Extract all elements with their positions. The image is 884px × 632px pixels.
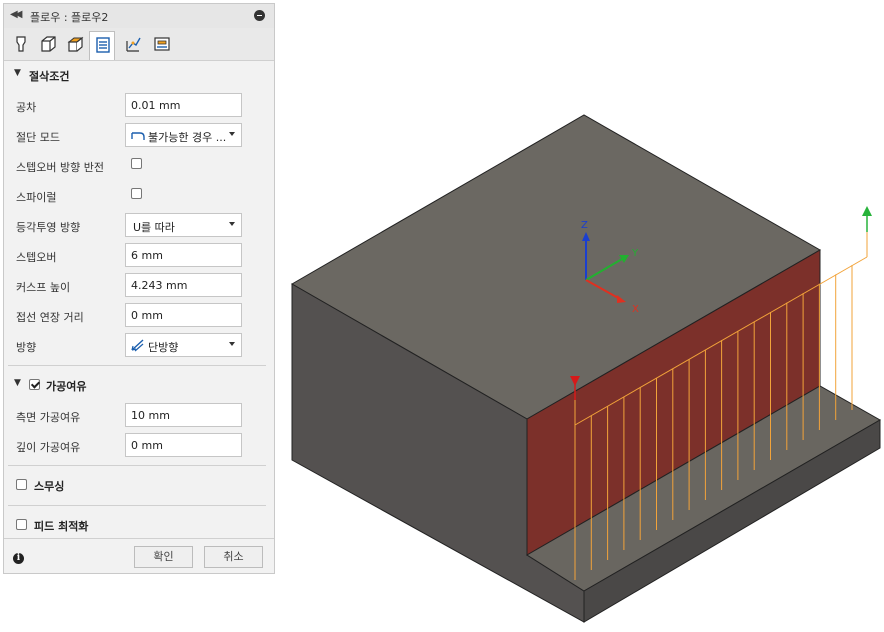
iso-direction-value: U를 따라 — [133, 221, 175, 234]
reverse-stepover-checkbox[interactable] — [131, 158, 142, 169]
section-smoothing-header[interactable]: 스무싱 — [4, 475, 274, 495]
spiral-checkbox[interactable] — [131, 188, 142, 199]
collapse-panel-icon[interactable]: ◀◀ — [10, 9, 23, 20]
linking-icon — [126, 37, 141, 52]
section-stock-header[interactable]: ▼ 가공여유 — [4, 375, 274, 395]
iso-direction-select[interactable]: U를 따라 — [125, 213, 242, 237]
tab-passes[interactable] — [89, 31, 115, 60]
geometry-icon — [41, 36, 56, 52]
stepover-field[interactable]: 6 mm — [125, 243, 242, 267]
axial-stock-label: 깊이 가공여유 — [16, 441, 81, 454]
cut-mode-select[interactable]: 불가능한 경우 ... — [125, 123, 242, 147]
toolpath-end-marker — [862, 206, 872, 232]
cut-mode-icon — [131, 132, 145, 140]
axial-stock-field[interactable]: 0 mm — [125, 433, 242, 457]
section-feed-title: 피드 최적화 — [34, 520, 89, 533]
minimize-icon[interactable] — [254, 10, 265, 21]
expand-triangle-icon[interactable]: ▼ — [14, 68, 21, 78]
tool-icon — [16, 36, 26, 52]
iso-direction-label: 등각투영 방향 — [16, 221, 81, 234]
post-icon — [154, 37, 170, 51]
z-axis-label: Z — [581, 220, 588, 231]
model-canvas[interactable]: Z Y X — [278, 0, 884, 629]
one-way-icon — [131, 339, 144, 352]
section-cutting-header[interactable]: ▼ 절삭조건 — [4, 65, 274, 85]
section-stock-title: 가공여유 — [46, 380, 87, 393]
direction-label: 방향 — [16, 341, 37, 354]
tab-bar — [4, 28, 274, 61]
stepover-label: 스텝오버 — [16, 251, 57, 264]
footer-divider — [4, 538, 274, 539]
section-divider — [8, 365, 266, 366]
chevron-down-icon — [229, 132, 235, 136]
x-axis-label: X — [632, 304, 639, 315]
reverse-stepover-label: 스텝오버 방향 반전 — [16, 161, 104, 174]
feed-optimization-checkbox[interactable] — [16, 519, 27, 530]
heights-icon — [67, 36, 84, 52]
flow-dialog: ◀◀ 플로우 : 플로우2 ▼ 절삭조건 공차 0.01 mm 절단 모드 불가… — [3, 3, 275, 574]
direction-select[interactable]: 단방향 — [125, 333, 242, 357]
cut-mode-label: 절단 모드 — [16, 131, 60, 144]
y-axis-label: Y — [631, 248, 639, 259]
section-smoothing-title: 스무싱 — [34, 480, 65, 493]
dialog-titlebar: ◀◀ 플로우 : 플로우2 — [4, 4, 274, 29]
tab-linking[interactable] — [120, 31, 146, 57]
tangent-extension-field[interactable]: 0 mm — [125, 303, 242, 327]
passes-icon — [96, 37, 110, 53]
tab-heights[interactable] — [62, 31, 88, 57]
3d-viewport[interactable]: Z Y X — [278, 0, 884, 629]
tolerance-label: 공차 — [16, 101, 37, 114]
direction-value: 단방향 — [148, 341, 179, 354]
tolerance-field[interactable]: 0.01 mm — [125, 93, 242, 117]
chevron-down-icon — [229, 342, 235, 346]
dialog-title: 플로우 : 플로우2 — [30, 11, 109, 24]
radial-stock-field[interactable]: 10 mm — [125, 403, 242, 427]
tab-post[interactable] — [149, 31, 175, 57]
section-divider — [8, 465, 266, 466]
cut-mode-value: 불가능한 경우 ... — [148, 131, 227, 144]
cancel-button[interactable]: 취소 — [204, 546, 263, 568]
tangent-extension-label: 접선 연장 거리 — [16, 311, 84, 324]
chevron-down-icon — [229, 222, 235, 226]
expand-triangle-icon[interactable]: ▼ — [14, 378, 21, 388]
radial-stock-label: 측면 가공여유 — [16, 411, 81, 424]
spiral-label: 스파이럴 — [16, 191, 57, 204]
smoothing-checkbox[interactable] — [16, 479, 27, 490]
section-feed-header[interactable]: 피드 최적화 — [4, 515, 274, 535]
cusp-height-label: 커스프 높이 — [16, 281, 71, 294]
tab-geometry[interactable] — [35, 31, 61, 57]
info-icon[interactable]: i — [13, 553, 24, 564]
ok-button[interactable]: 확인 — [134, 546, 193, 568]
stock-to-leave-checkbox[interactable] — [29, 379, 40, 390]
cusp-height-field[interactable]: 4.243 mm — [125, 273, 242, 297]
section-cutting-title: 절삭조건 — [29, 70, 70, 83]
tab-tool[interactable] — [8, 31, 34, 57]
section-divider — [8, 505, 266, 506]
